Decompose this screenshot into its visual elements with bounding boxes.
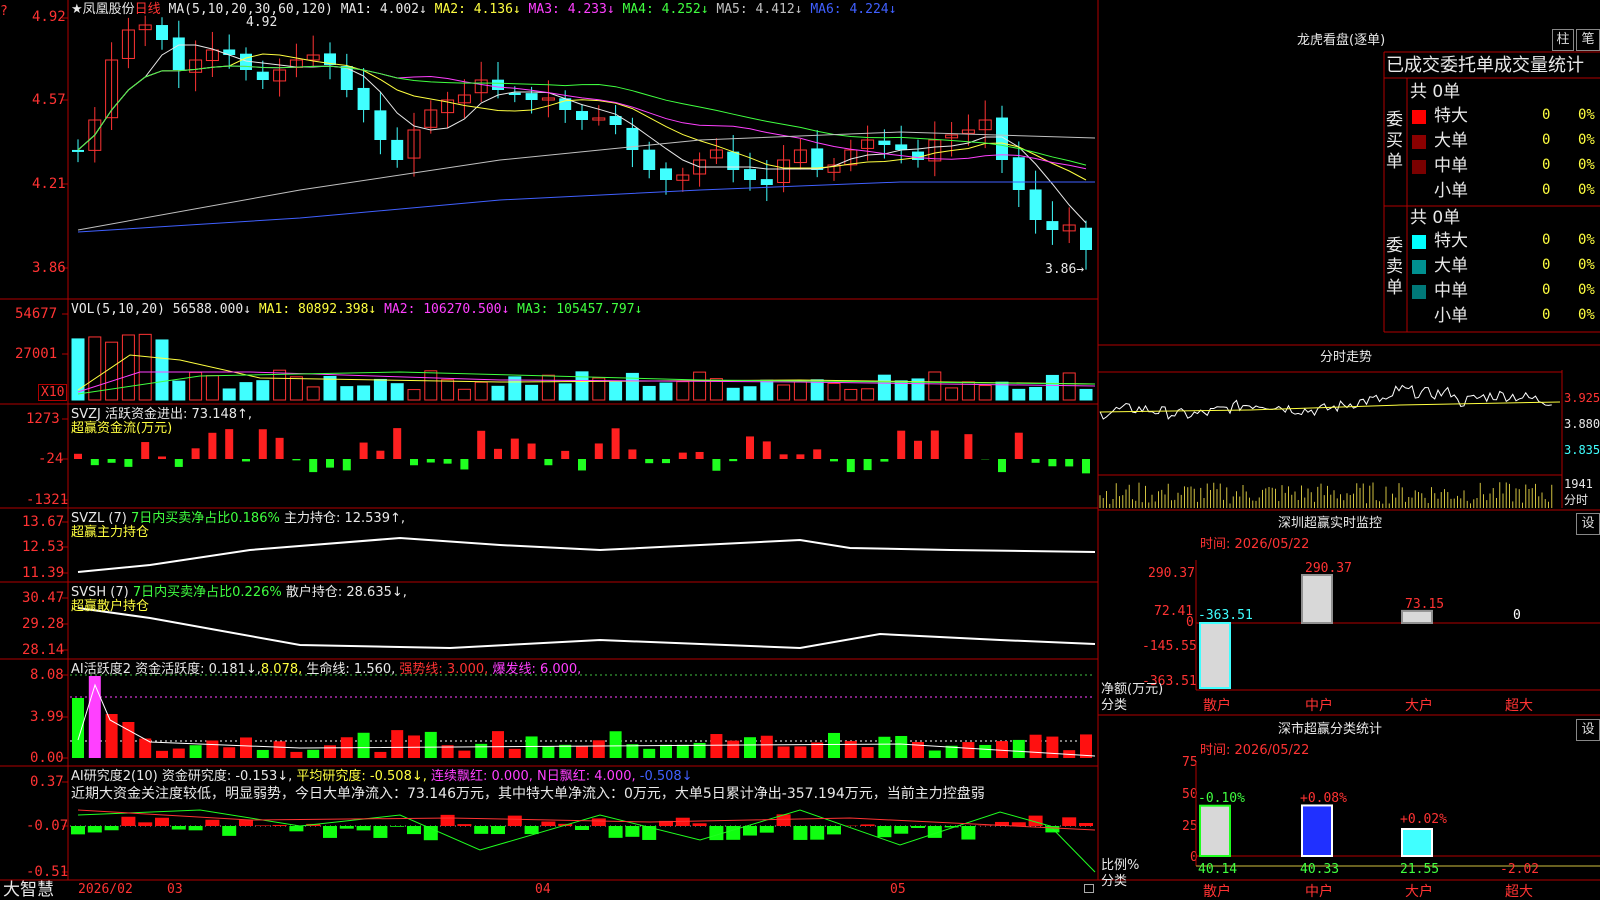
- classify-category-label: 超大: [1505, 884, 1533, 900]
- classify-bar-value: 40.14: [1198, 862, 1237, 877]
- classify-category-label: 大户: [1405, 883, 1433, 900]
- classify-bar: [1301, 804, 1333, 857]
- classify-category-label: 中户: [1305, 883, 1333, 900]
- classify-bar-value: 21.55: [1400, 862, 1439, 877]
- classify-bar-change: -0.10%: [1198, 791, 1245, 806]
- classify-bar-chart: -0.10% 40.14 散户 +0.08% 40.33 中户 +0.02% 21.55 大户 -…: [1195, 762, 1600, 900]
- classify-bar-change: +0.08%: [1300, 791, 1347, 806]
- classify-bar: [1199, 804, 1231, 858]
- classify-bar: [1401, 827, 1433, 857]
- classify-category-label: 散户: [1203, 883, 1231, 900]
- classify-bar-change: +0.02%: [1400, 812, 1447, 827]
- classify-bar-value: 40.33: [1300, 862, 1339, 877]
- classify-bar-value: -2.02: [1500, 862, 1539, 877]
